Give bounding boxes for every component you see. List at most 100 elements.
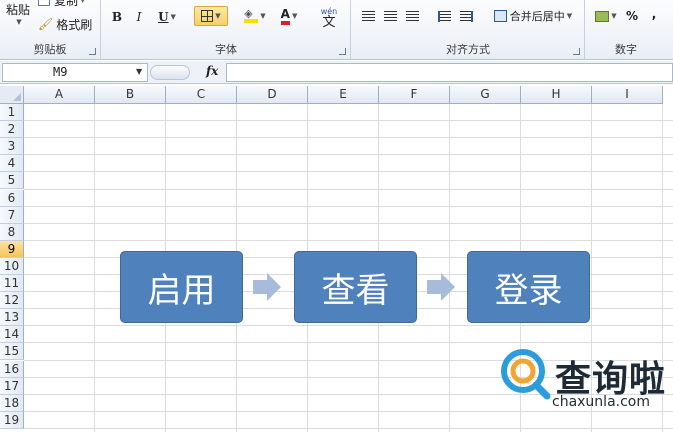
chevron-down-icon: ▼	[291, 12, 298, 20]
align-center-icon	[383, 10, 397, 22]
chevron-down-icon: ▼	[566, 12, 573, 20]
fill-color-button[interactable]: ◈ ▼	[240, 6, 270, 26]
chevron-down-icon: ▼	[611, 12, 617, 20]
smartart-step-2[interactable]: 查看	[294, 251, 417, 323]
align-center-button[interactable]	[380, 6, 400, 26]
row-header-5[interactable]: 5	[0, 172, 24, 190]
merge-center-button[interactable]: 合并后居中 ▼	[486, 6, 580, 26]
bold-button[interactable]: B	[108, 7, 126, 27]
row-header-11[interactable]: 11	[0, 275, 24, 293]
font-group: B I U ▼ ▼ ◈ ▼ A ▼ wén 文 字体	[102, 0, 351, 60]
row-header-7[interactable]: 7	[0, 206, 24, 224]
formula-input[interactable]	[226, 63, 673, 82]
paint-bucket-icon: ◈	[244, 8, 259, 23]
smartart-step-1[interactable]: 启用	[120, 251, 243, 323]
row-header-12[interactable]: 12	[0, 292, 24, 310]
gridline-vertical	[449, 104, 450, 432]
phonetic-button[interactable]: wén 文	[314, 4, 344, 30]
chevron-down-icon: ▼	[260, 12, 266, 20]
number-group-label: 数字	[615, 43, 637, 56]
smartart-arrow-2	[427, 273, 455, 301]
row-header-3[interactable]: 3	[0, 138, 24, 156]
gridline-horizontal	[24, 188, 673, 190]
splitter-handle[interactable]	[150, 65, 190, 80]
smartart-step-3[interactable]: 登录	[467, 251, 590, 323]
gridline-horizontal	[24, 410, 673, 412]
align-right-button[interactable]	[402, 6, 422, 26]
gridline-horizontal	[24, 325, 673, 327]
watermark-url: chaxunla.com	[552, 394, 650, 410]
row-header-1[interactable]: 1	[0, 104, 24, 122]
chevron-down-icon[interactable]: ▼	[136, 67, 142, 76]
merge-icon	[493, 10, 507, 22]
row-header-18[interactable]: 18	[0, 394, 24, 412]
row-header-9[interactable]: 9	[0, 240, 24, 258]
copy-button[interactable]: 复制 ▼	[38, 0, 85, 10]
percent-button[interactable]: %	[624, 6, 640, 26]
gridline-horizontal	[24, 239, 673, 241]
phonetic-char: 文	[322, 15, 336, 30]
accounting-format-button[interactable]: ▼	[592, 6, 620, 26]
format-painter-button[interactable]: 🖌 格式刷	[38, 14, 92, 34]
alignment-group: 合并后居中 ▼ 对齐方式	[352, 0, 585, 60]
merge-center-label: 合并后居中	[509, 10, 565, 23]
align-left-icon	[361, 10, 375, 22]
clipboard-group-label: 剪贴板	[33, 43, 67, 56]
row-header-13[interactable]: 13	[0, 309, 24, 327]
row-header-4[interactable]: 4	[0, 155, 24, 173]
row-header-14[interactable]: 14	[0, 326, 24, 344]
borders-button[interactable]: ▼	[194, 6, 228, 26]
font-group-label: 字体	[215, 43, 237, 56]
paste-label: 粘贴	[5, 2, 30, 17]
gridline-horizontal	[24, 427, 673, 429]
column-header-F[interactable]: F	[379, 86, 450, 104]
ribbon: 粘贴 ▼ 复制 ▼ 🖌 格式刷 剪贴板 B I U ▼ ▼ ◈ ▼ A ▼ wé…	[0, 0, 673, 60]
column-header-B[interactable]: B	[95, 86, 166, 104]
align-left-button[interactable]	[358, 6, 378, 26]
paste-button[interactable]: 粘贴 ▼	[2, 0, 34, 30]
copy-icon	[38, 0, 50, 6]
column-header-I[interactable]: I	[592, 86, 663, 104]
gridline-horizontal	[24, 137, 673, 139]
column-header-E[interactable]: E	[308, 86, 379, 104]
column-header-H[interactable]: H	[521, 86, 592, 104]
column-header-D[interactable]: D	[237, 86, 308, 104]
column-header-G[interactable]: G	[450, 86, 521, 104]
decrease-indent-button[interactable]	[434, 6, 454, 26]
gridline-vertical	[94, 104, 95, 432]
font-color-button[interactable]: A ▼	[274, 6, 304, 26]
gridline-horizontal	[24, 171, 673, 173]
select-all-button[interactable]	[0, 86, 24, 104]
row-header-15[interactable]: 15	[0, 343, 24, 361]
insert-function-button[interactable]: fx	[206, 64, 218, 78]
italic-button[interactable]: I	[130, 7, 148, 27]
row-header-10[interactable]: 10	[0, 257, 24, 275]
dialog-launcher-icon[interactable]	[89, 48, 96, 55]
formula-bar: M9 ▼ fx	[0, 61, 673, 84]
row-header-19[interactable]: 19	[0, 411, 24, 429]
gridline-horizontal	[24, 222, 673, 224]
name-box[interactable]: M9	[2, 63, 148, 82]
gridline-horizontal	[24, 154, 673, 156]
comma-button[interactable]: ,	[648, 4, 660, 24]
column-header-A[interactable]: A	[24, 86, 95, 104]
smartart-arrow-1	[253, 273, 281, 301]
alignment-group-label: 对齐方式	[446, 43, 490, 56]
select-all-triangle-icon	[13, 93, 21, 101]
column-header-C[interactable]: C	[166, 86, 237, 104]
increase-indent-button[interactable]	[456, 6, 476, 26]
row-header-6[interactable]: 6	[0, 189, 24, 207]
row-header-8[interactable]: 8	[0, 223, 24, 241]
gridline-horizontal	[24, 205, 673, 207]
gridline-horizontal	[24, 342, 673, 344]
copy-label: 复制	[54, 0, 79, 8]
dialog-launcher-icon[interactable]	[573, 48, 580, 55]
row-header-17[interactable]: 17	[0, 377, 24, 395]
brush-icon: 🖌	[38, 17, 54, 31]
number-group: ▼ % , 数字	[586, 0, 673, 60]
currency-icon	[595, 10, 610, 22]
underline-button[interactable]: U ▼	[152, 7, 182, 27]
row-header-2[interactable]: 2	[0, 121, 24, 139]
row-header-16[interactable]: 16	[0, 360, 24, 378]
dialog-launcher-icon[interactable]	[339, 48, 346, 55]
